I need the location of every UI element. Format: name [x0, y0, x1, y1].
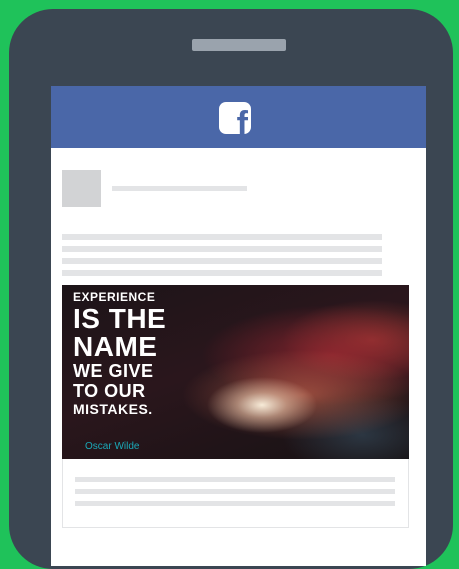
quote-line: NAME	[73, 331, 158, 362]
avatar[interactable]	[62, 170, 101, 207]
quote-line: IS THE	[73, 303, 167, 334]
phone-frame: f EXPERIENCE IS THE NAME WE GIVE TO OUR …	[9, 9, 453, 569]
post-author-name-placeholder[interactable]	[112, 186, 247, 191]
post-text-placeholder-line	[62, 270, 382, 276]
link-preview-placeholder-line	[75, 477, 395, 482]
quote-author: Oscar Wilde	[85, 441, 140, 452]
facebook-logo-icon[interactable]: f	[219, 102, 251, 134]
link-preview-placeholder-line	[75, 489, 395, 494]
quote-line: TO OUR	[73, 381, 146, 401]
quote-line: WE GIVE	[73, 361, 154, 381]
post-text-placeholder-line	[62, 234, 382, 240]
link-preview-placeholder-line	[75, 501, 395, 506]
post-image[interactable]: EXPERIENCE IS THE NAME WE GIVE TO OUR MI…	[62, 285, 409, 459]
phone-speaker	[192, 39, 286, 51]
quote-text: EXPERIENCE IS THE NAME WE GIVE TO OUR MI…	[73, 290, 166, 418]
post-link-preview[interactable]	[62, 459, 409, 528]
facebook-logo-glyph: f	[236, 105, 248, 134]
phone-screen: f EXPERIENCE IS THE NAME WE GIVE TO OUR …	[51, 86, 426, 566]
quote-line: MISTAKES.	[73, 401, 153, 417]
post-text-placeholder-line	[62, 246, 382, 252]
post-text-placeholder-line	[62, 258, 382, 264]
facebook-header: f	[51, 86, 426, 148]
